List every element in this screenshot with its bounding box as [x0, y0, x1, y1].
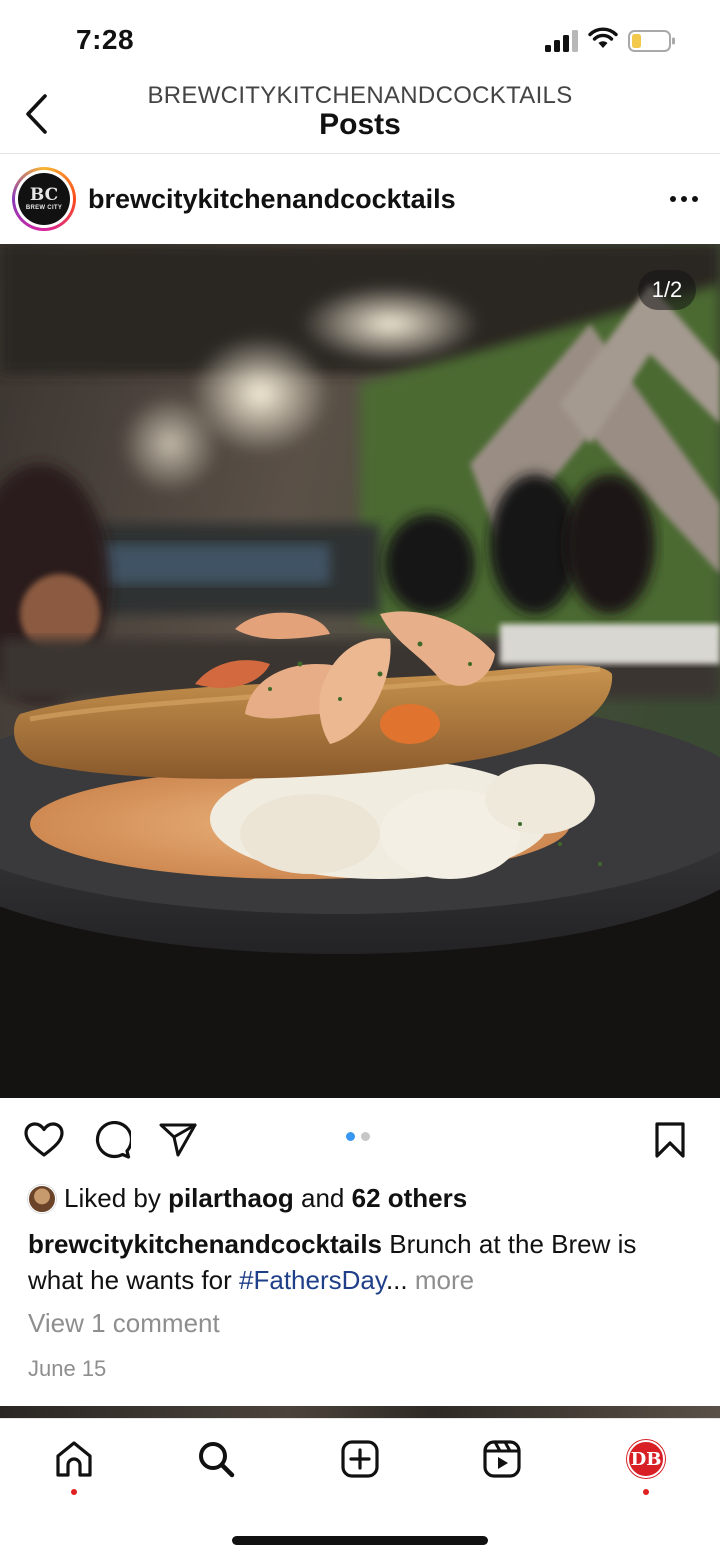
tab-profile[interactable]: DB [624, 1437, 668, 1481]
tab-home[interactable] [52, 1437, 96, 1481]
likes-others[interactable]: 62 others [352, 1183, 468, 1214]
page-title: Posts [319, 108, 401, 141]
tab-search[interactable] [194, 1437, 238, 1481]
home-icon [56, 1441, 92, 1477]
ellipsis-horizontal-icon [670, 196, 698, 202]
avatar-monogram: BC [29, 184, 59, 205]
nav-header: BREWCITYKITCHENANDCOCKTAILS Posts [0, 78, 720, 154]
save-button[interactable] [648, 1118, 692, 1162]
carousel-dot [361, 1132, 370, 1141]
likes-prefix: Liked by [64, 1183, 161, 1213]
carousel-dot-active [346, 1132, 355, 1141]
liker-avatar [28, 1184, 56, 1213]
caption-hashtag[interactable]: #FathersDay [239, 1265, 386, 1295]
liker-username[interactable]: pilarthaog [168, 1183, 294, 1214]
header-divider [0, 153, 720, 154]
account-avatar[interactable]: BC BREW CITY [12, 167, 76, 231]
brand-logo-avatar: BC BREW CITY [18, 173, 70, 225]
more-options-button[interactable] [664, 182, 704, 216]
search-icon [199, 1442, 235, 1478]
heart-outline-icon [24, 1122, 64, 1157]
speech-bubble-icon [95, 1121, 131, 1159]
like-button[interactable] [22, 1118, 66, 1162]
likes-conjunction: and [300, 1183, 345, 1213]
food-photo [0, 244, 720, 1098]
status-time: 7:28 [76, 24, 135, 55]
view-comments-link[interactable]: View 1 comment [28, 1308, 220, 1339]
tab-reels[interactable] [480, 1437, 524, 1481]
create-plus-icon [341, 1440, 379, 1478]
battery-low-icon [628, 30, 675, 52]
photo-counter: 1/2 [638, 270, 696, 310]
post-header: BC BREW CITY brewcitykitchenandcocktails [0, 160, 720, 240]
carousel-dots [346, 1132, 370, 1141]
caption-ellipsis: ... [385, 1265, 408, 1295]
status-bar: 7:28 [0, 0, 720, 80]
caption-author[interactable]: brewcitykitchenandcocktails [28, 1229, 382, 1259]
profile-notification-dot [643, 1489, 649, 1495]
paper-plane-icon [159, 1123, 197, 1157]
reels-icon [483, 1440, 521, 1478]
caption-more-link[interactable]: more [415, 1265, 474, 1295]
next-post-preview[interactable] [0, 1406, 720, 1418]
likes-summary[interactable]: Liked by pilarthaog and 62 others [28, 1183, 467, 1214]
post-username[interactable]: brewcitykitchenandcocktails [88, 184, 456, 215]
cellular-signal-icon [545, 30, 578, 52]
share-button[interactable] [156, 1118, 200, 1162]
header-account-name: BREWCITYKITCHENANDCOCKTAILS [147, 82, 573, 109]
profile-avatar: DB [627, 1440, 665, 1478]
post-date: June 15 [28, 1356, 107, 1381]
tab-create[interactable] [338, 1437, 382, 1481]
comment-button[interactable] [90, 1118, 134, 1162]
post-caption: brewcitykitchenandcocktails Brunch at th… [28, 1226, 698, 1298]
post-photo[interactable] [0, 244, 720, 1098]
home-notification-dot [71, 1489, 77, 1495]
home-indicator[interactable] [232, 1536, 488, 1545]
wifi-icon [588, 27, 618, 48]
post-actions [0, 1108, 720, 1172]
bookmark-outline-icon [655, 1122, 685, 1158]
avatar-brand: BREW CITY [25, 204, 63, 211]
